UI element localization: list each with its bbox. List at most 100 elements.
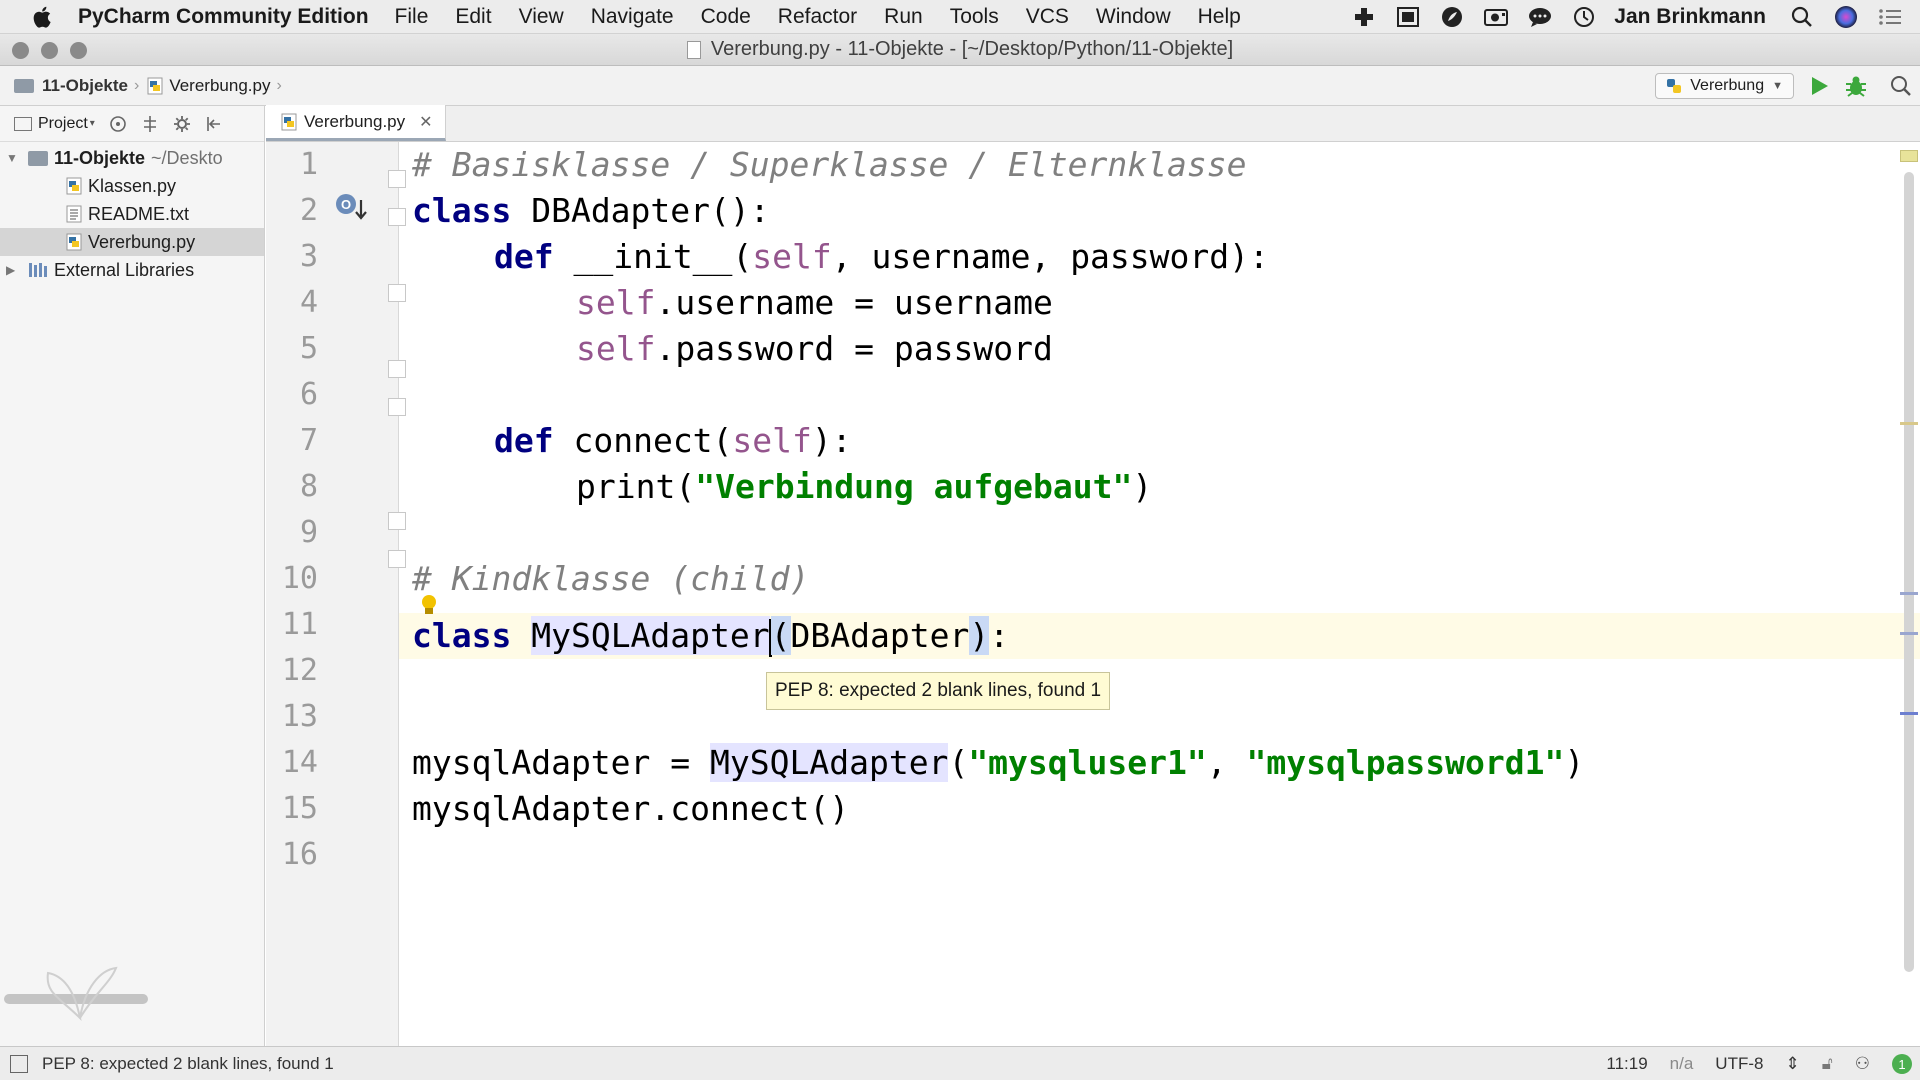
code-editor[interactable]: 1 2 3 4 5 6 7 8 9 10 11 12 13 14 15 16 O… (266, 142, 1920, 1046)
code-keyword: def (494, 237, 554, 276)
chevron-down-icon[interactable]: ▾ (90, 118, 95, 129)
run-icon[interactable] (1808, 75, 1830, 97)
collapse-arrow-icon[interactable]: ▶ (6, 263, 20, 277)
close-window-button[interactable] (12, 42, 29, 59)
close-icon[interactable]: ✕ (419, 112, 432, 132)
usage-marker[interactable] (1900, 632, 1918, 635)
python-icon (1667, 79, 1682, 93)
clipboard-icon[interactable] (1394, 5, 1422, 29)
menu-file[interactable]: File (395, 5, 429, 29)
breadcrumb-file[interactable]: Vererbung.py (147, 76, 270, 96)
fold-marker-icon[interactable] (388, 284, 406, 302)
expand-arrow-icon[interactable]: ▼ (6, 151, 20, 165)
run-configuration-select[interactable]: Vererbung ▼ (1655, 73, 1794, 99)
tree-item-klassen[interactable]: Klassen.py (0, 172, 264, 200)
fold-marker-icon[interactable] (388, 360, 406, 378)
warning-marker[interactable] (1900, 422, 1918, 425)
siri-icon[interactable] (1832, 5, 1860, 29)
history-icon[interactable] (1570, 5, 1598, 29)
tree-item-label: Klassen.py (88, 175, 177, 196)
menu-vcs[interactable]: VCS (1026, 5, 1069, 29)
menu-run[interactable]: Run (884, 5, 923, 29)
minimize-window-button[interactable] (41, 42, 58, 59)
tool-windows-toggle-icon[interactable] (10, 1054, 28, 1073)
breadcrumb-project[interactable]: 11-Objekte (0, 76, 128, 96)
usage-marker[interactable] (1900, 592, 1918, 595)
code-line-2[interactable]: class DBAdapter(): (412, 188, 770, 234)
code-line-14[interactable]: mysqlAdapter = MySQLAdapter("mysqluser1"… (412, 740, 1584, 786)
menu-view[interactable]: View (519, 5, 564, 29)
fold-marker-icon[interactable] (388, 550, 406, 568)
fold-marker-icon[interactable] (388, 170, 406, 188)
code-line-10[interactable]: # Kindklasse (child) (412, 556, 809, 602)
project-view-select[interactable]: Project (38, 115, 88, 133)
menu-tools[interactable]: Tools (950, 5, 999, 29)
notification-badge[interactable]: 1 (1892, 1054, 1912, 1074)
apple-icon[interactable] (30, 4, 56, 30)
file-encoding[interactable]: UTF-8 ⇕ (1715, 1054, 1799, 1074)
tab-vererbung[interactable]: Vererbung.py ✕ (266, 105, 446, 141)
locate-file-icon[interactable] (109, 115, 127, 133)
code-line-4[interactable]: self.username = username (576, 280, 1053, 326)
code-line-8[interactable]: print("Verbindung aufgebaut") (576, 464, 1152, 510)
gear-icon[interactable] (173, 115, 191, 133)
fold-marker-icon[interactable] (388, 512, 406, 530)
video-icon[interactable] (1482, 5, 1510, 29)
chevron-updown-icon: ⇕ (1785, 1054, 1800, 1073)
caret-position[interactable]: 11:19 (1606, 1054, 1647, 1074)
hide-panel-icon[interactable] (205, 115, 223, 133)
menu-window[interactable]: Window (1096, 5, 1171, 29)
fold-marker-icon[interactable] (388, 208, 406, 226)
code-text: , (1206, 743, 1247, 782)
code-line-7[interactable]: def connect(self): (494, 418, 852, 464)
usage-marker[interactable] (1900, 712, 1918, 715)
macos-menubar: PyCharm Community Edition File Edit View… (0, 0, 1920, 34)
menu-refactor[interactable]: Refactor (778, 5, 857, 29)
tree-item-readme[interactable]: README.txt (0, 200, 264, 228)
code-line-11[interactable]: class MySQLAdapter(DBAdapter): (412, 613, 1009, 659)
fold-marker-icon[interactable] (388, 398, 406, 416)
code-line-3[interactable]: def __init__(self, username, password): (494, 234, 1269, 280)
notification-center-icon[interactable] (1876, 5, 1904, 29)
editor-vertical-scrollbar[interactable] (1900, 142, 1918, 1046)
zoom-window-button[interactable] (70, 42, 87, 59)
menu-navigate[interactable]: Navigate (591, 5, 674, 29)
code-text: .password = password (655, 329, 1053, 368)
user-name[interactable]: Jan Brinkmann (1614, 5, 1766, 29)
collapse-all-icon[interactable] (141, 115, 159, 133)
python-file-icon (66, 233, 82, 251)
inspection-status-icon[interactable] (1900, 150, 1918, 162)
project-tool-window: Project ▾ ▼ 11-Objekte ~/Deskto Klassen.… (0, 106, 265, 1046)
app-name-menu[interactable]: PyCharm Community Edition (78, 5, 369, 29)
spotlight-search-icon[interactable] (1788, 5, 1816, 29)
inspector-icon[interactable]: ⚇ (1855, 1054, 1870, 1074)
code-line-5[interactable]: self.password = password (576, 326, 1053, 372)
scrollbar-thumb[interactable] (1904, 172, 1914, 972)
tree-item-vererbung[interactable]: Vererbung.py (0, 228, 264, 256)
code-line-15[interactable]: mysqlAdapter.connect() (412, 786, 849, 832)
menu-edit[interactable]: Edit (455, 5, 491, 29)
line-separator[interactable]: n/a (1670, 1054, 1694, 1074)
library-icon (29, 263, 47, 277)
lock-icon[interactable]: 🔓︎ (1822, 1054, 1833, 1074)
tree-item-external-libraries[interactable]: ▶ External Libraries (0, 256, 264, 284)
chat-icon[interactable] (1526, 5, 1554, 29)
menu-code[interactable]: Code (701, 5, 751, 29)
line-number: 4 (299, 285, 318, 320)
debug-icon[interactable] (1844, 74, 1868, 98)
plus-icon[interactable] (1350, 5, 1378, 29)
line-number: 14 (281, 745, 318, 780)
code-text: ) (1564, 743, 1585, 782)
search-everywhere-icon[interactable] (1890, 75, 1912, 97)
leaf-icon[interactable] (1438, 5, 1466, 29)
overridden-method-icon[interactable]: O (334, 192, 368, 226)
code-line-1[interactable]: # Basisklasse / Superklasse / Elternklas… (412, 142, 1246, 188)
status-message: PEP 8: expected 2 blank lines, found 1 (42, 1053, 334, 1073)
window-titlebar[interactable]: Vererbung.py - 11-Objekte - [~/Desktop/P… (0, 34, 1920, 66)
menu-help[interactable]: Help (1198, 5, 1241, 29)
tree-item-label: Vererbung.py (88, 231, 196, 252)
editor-gutter[interactable]: 1 2 3 4 5 6 7 8 9 10 11 12 13 14 15 16 O (266, 142, 436, 1046)
window-controls (12, 42, 99, 59)
tree-root-folder[interactable]: ▼ 11-Objekte ~/Deskto (0, 144, 264, 172)
code-self: self (576, 329, 656, 368)
